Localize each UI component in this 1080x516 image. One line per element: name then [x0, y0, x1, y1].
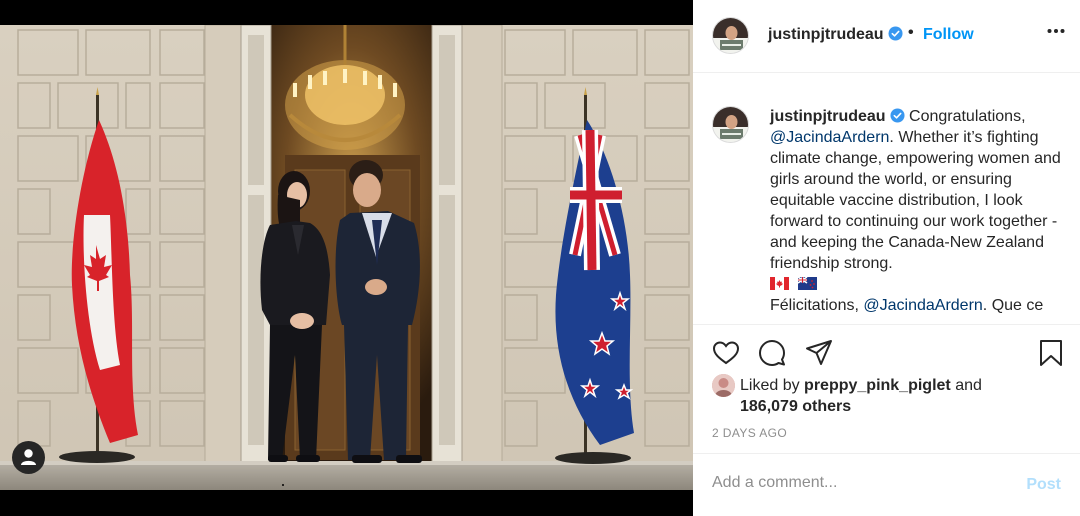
caption-username[interactable]: justinpjtrudeau	[770, 108, 886, 125]
liker-avatar[interactable]	[712, 374, 735, 397]
share-icon[interactable]	[804, 338, 834, 368]
likes-count[interactable]: 186,079 others	[740, 396, 851, 417]
post-media	[0, 0, 693, 516]
avatar-image	[713, 18, 748, 53]
caption-avatar[interactable]	[712, 106, 749, 143]
caption-section: justinpjtrudeau Congratulations, @Jacind…	[693, 73, 1080, 325]
author-avatar[interactable]	[712, 17, 749, 54]
liked-and-label: and	[950, 377, 982, 394]
liker-avatar-image	[712, 374, 735, 397]
canada-flag-emoji	[770, 277, 789, 290]
follow-button[interactable]: Follow	[923, 26, 974, 44]
mention-link[interactable]: @JacindaArdern	[770, 129, 889, 146]
bookmark-icon[interactable]	[1036, 338, 1066, 368]
comment-icon[interactable]	[757, 338, 787, 368]
photo-illustration	[0, 25, 693, 490]
caption-part2: . Whether it’s fighting climate change, …	[770, 129, 1061, 272]
instagram-post-modal: justinpjtrudeau • Follow justinpjtrudeau…	[0, 0, 1080, 516]
liker-username[interactable]: preppy_pink_piglet	[804, 377, 951, 394]
user-tag-icon	[21, 449, 36, 465]
caption-part1: Congratulations,	[904, 108, 1026, 125]
caption-text: justinpjtrudeau Congratulations, @Jacind…	[770, 106, 1070, 316]
comment-box: Post	[693, 453, 1080, 516]
caption-part4: . Que ce	[982, 297, 1044, 314]
post-sidebar: justinpjtrudeau • Follow justinpjtrudeau…	[693, 0, 1080, 516]
mention-link[interactable]: @JacindaArdern	[863, 297, 982, 314]
author-username-text[interactable]: justinpjtrudeau	[768, 26, 884, 43]
flag-emoji-row	[770, 274, 1070, 295]
comment-input[interactable]	[712, 474, 1002, 492]
header-separator: •	[908, 24, 914, 41]
heart-icon[interactable]	[711, 338, 741, 368]
liked-by-label: Liked by	[740, 377, 805, 394]
action-bar	[693, 325, 1080, 373]
post-header: justinpjtrudeau • Follow	[693, 0, 1080, 73]
post-timestamp[interactable]: 2 DAYS AGO	[712, 426, 787, 440]
verified-badge-icon	[890, 108, 905, 123]
avatar-image	[713, 107, 748, 142]
liked-by-line: Liked by preppy_pink_piglet and	[740, 375, 982, 396]
ellipsis-horizontal-icon[interactable]	[1047, 28, 1065, 34]
caption-part3: Félicitations,	[770, 297, 864, 314]
new-zealand-flag-emoji	[798, 277, 818, 290]
post-photo[interactable]	[0, 25, 693, 490]
user-tag-button[interactable]	[12, 441, 45, 474]
author-username[interactable]: justinpjtrudeau	[768, 26, 903, 44]
verified-badge-icon	[888, 26, 903, 41]
post-comment-button[interactable]: Post	[1026, 476, 1061, 494]
